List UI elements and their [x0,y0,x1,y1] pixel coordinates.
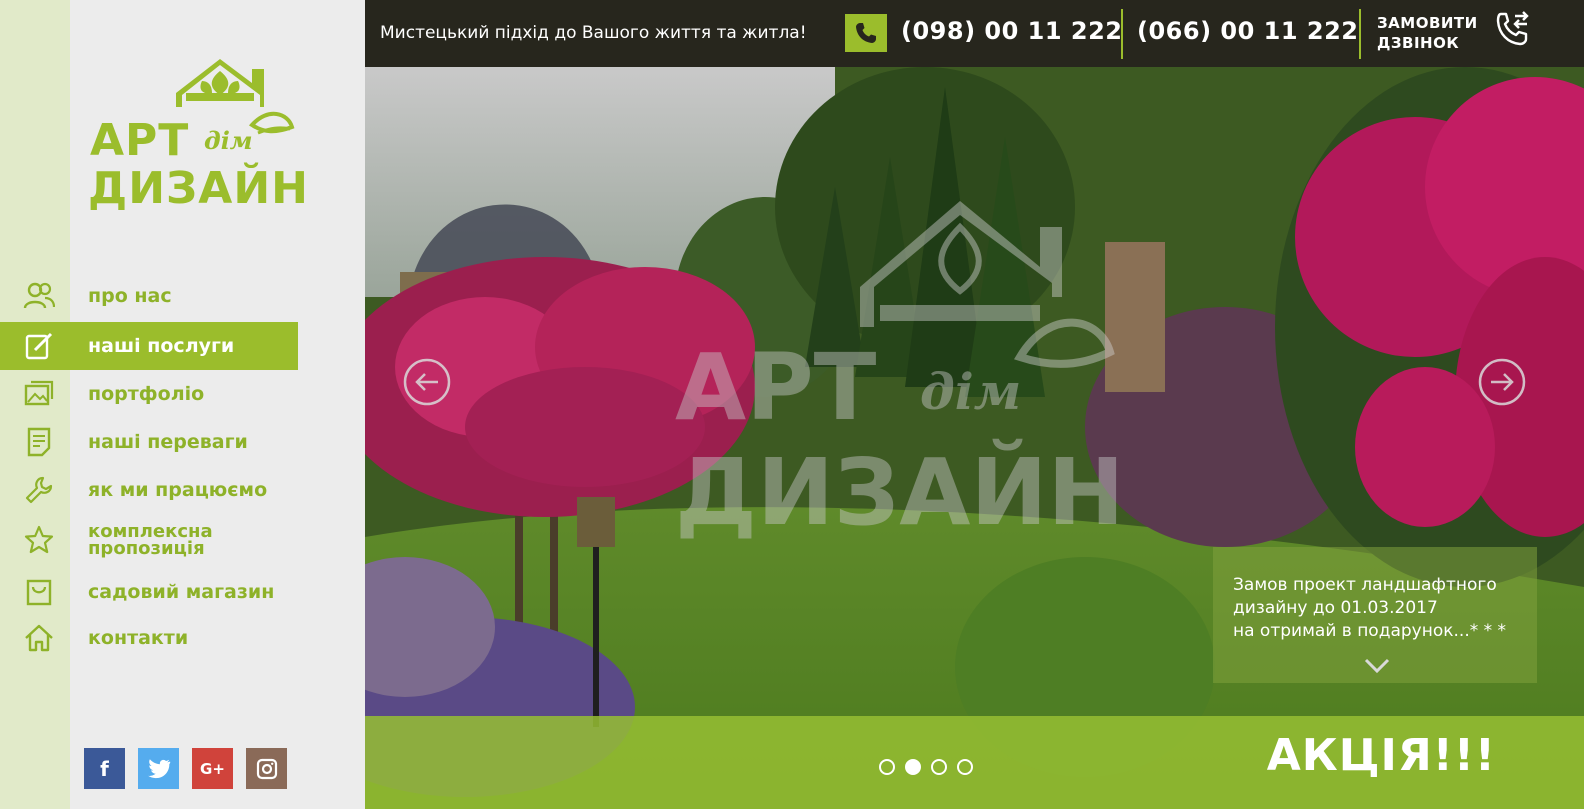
callback-phone-icon[interactable] [1493,8,1533,48]
nav-label-contacts: контакти [88,626,189,649]
chevron-down-icon[interactable] [1363,657,1391,675]
sidebar: АРТ дім ДИЗАЙН про нас наші послуги порт… [0,0,365,809]
nav-item-complex-offer[interactable]: комплексна пропозиція [0,516,298,564]
arrow-left-icon[interactable] [402,357,452,407]
promo-box[interactable]: Замов проект ландшафтного дизайну до 01.… [1213,547,1537,683]
hero-slider: АРТ дім ДИЗАЙН Замов проект ландшафтного… [365,67,1584,809]
twitter-icon[interactable] [138,748,179,789]
slide-dot-2[interactable] [905,759,921,775]
nav-label-about: про нас [88,284,172,307]
nav-item-advantages[interactable]: наші переваги [0,418,298,466]
home-icon [23,622,55,654]
nav-item-about[interactable]: про нас [0,272,298,320]
logo[interactable]: АРТ дім ДИЗАЙН [86,55,309,220]
watermark-word-dim: дім [920,362,1022,421]
watermark-word-design: ДИЗАЙН [675,439,1125,546]
users-icon [23,280,56,312]
watermark-word-art: АРТ [675,334,877,441]
nav-label-garden-shop: садовий магазин [88,580,275,603]
slide-dot-3[interactable] [931,759,947,775]
promo-line-1: Замов проект ландшафтного [1233,575,1497,595]
logo-word-design: ДИЗАЙН [88,163,309,214]
promo-line-2: дизайну до 01.03.2017 [1233,598,1438,618]
order-call-button[interactable]: ЗАМОВИТИ ДЗВІНОК [1377,13,1478,53]
watermark-house-icon [860,201,1115,368]
social-links: f G+ [84,748,287,789]
divider [1121,9,1123,59]
tagline: Мистецький підхід до Вашого життя та жит… [380,23,807,43]
gallery-icon [23,378,55,410]
logo-word-dim: дім [204,126,253,155]
divider [1359,9,1361,59]
nav-label-complex-offer-line2: пропозиція [88,538,205,559]
promo-line-3: на отримай в подарунок...* * * [1233,621,1507,641]
watermark-logo: АРТ дім ДИЗАЙН [675,187,1175,567]
shopping-bag-icon [23,576,55,608]
edit-icon [23,330,55,362]
nav-item-how-we-work[interactable]: як ми працюємо [0,466,298,514]
order-call-line2: ДЗВІНОК [1377,34,1460,52]
order-call-line1: ЗАМОВИТИ [1377,14,1478,32]
slider-pagination [879,759,973,775]
google-plus-icon[interactable]: G+ [192,748,233,789]
nav-label-advantages: наші переваги [88,430,248,453]
nav-label-portfolio: портфоліо [88,382,205,405]
wrench-icon [23,474,55,506]
nav-item-garden-shop[interactable]: садовий магазин [0,568,298,616]
document-icon [23,426,55,458]
nav-item-contacts[interactable]: контакти [0,614,298,662]
action-title: АКЦІЯ!!! [1266,730,1496,781]
nav-item-services[interactable]: наші послуги [0,322,298,370]
star-icon [23,524,55,556]
nav-label-complex-offer: комплексна пропозиція [88,523,213,559]
phone-number-2[interactable]: (066) 00 11 222 [1137,17,1359,45]
slide-dot-4[interactable] [957,759,973,775]
action-banner[interactable]: АКЦІЯ!!! [365,716,1584,809]
nav-label-how-we-work: як ми працюємо [88,478,268,501]
slide-dot-1[interactable] [879,759,895,775]
arrow-right-icon[interactable] [1477,357,1527,407]
nav-item-portfolio[interactable]: портфоліо [0,370,298,418]
nav-label-services: наші послуги [88,334,235,357]
logo-word-art: АРТ [90,115,190,166]
facebook-icon[interactable]: f [84,748,125,789]
phone-icon [845,14,887,52]
top-bar: Мистецький підхід до Вашого життя та жит… [365,0,1584,67]
instagram-icon[interactable] [246,748,287,789]
phone-number-1[interactable]: (098) 00 11 222 [901,17,1123,45]
